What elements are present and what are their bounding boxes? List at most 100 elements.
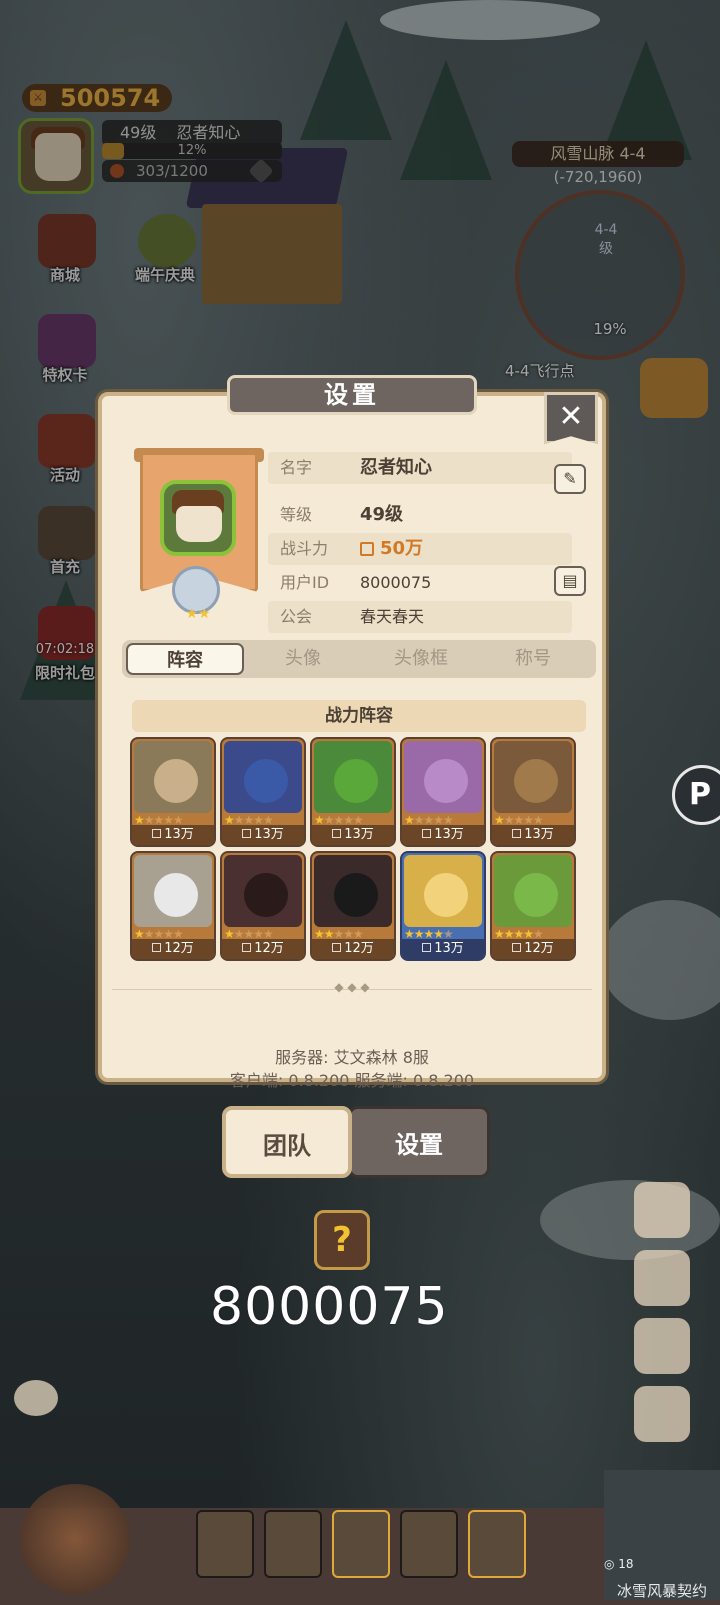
scroll-icon[interactable] — [634, 1250, 690, 1306]
hero-portrait — [314, 855, 392, 927]
scales-icon[interactable] — [634, 1386, 690, 1442]
profile-portrait[interactable] — [160, 480, 236, 556]
hero-card[interactable]: ★★★★★ 13万 — [310, 737, 396, 847]
hero-power: 12万 — [222, 939, 304, 959]
hero-head — [514, 759, 558, 803]
hero-power: 12万 — [312, 939, 394, 959]
hero-portrait — [494, 741, 572, 813]
hero-slot[interactable] — [196, 1510, 254, 1578]
tab-title[interactable]: 称号 — [474, 640, 592, 678]
hero-slot[interactable] — [468, 1510, 526, 1578]
hero-head — [334, 873, 378, 917]
hero-card[interactable]: ★★★★★ 13万 — [400, 737, 486, 847]
hero-head — [244, 873, 288, 917]
power-icon — [422, 829, 432, 838]
edit-name-button[interactable]: ✎ — [554, 464, 586, 494]
hero-head — [424, 759, 468, 803]
guild-label: 公会 — [280, 607, 313, 626]
hero-power-value: 13万 — [254, 827, 284, 842]
user-id-overlay: 8000075 — [210, 1277, 449, 1337]
help-button[interactable]: ? — [314, 1210, 370, 1270]
hero-power-value: 12万 — [524, 941, 554, 956]
uid-value: 8000075 — [360, 573, 432, 592]
contract-count-value: 18 — [618, 1557, 634, 1571]
power-icon — [152, 829, 162, 838]
power-value-wrap: 50万 — [360, 533, 423, 565]
power-icon — [512, 943, 522, 952]
hero-portrait — [314, 741, 392, 813]
guild-row: 公会 春天春天 — [268, 601, 572, 633]
hero-power-value: 13万 — [344, 827, 374, 842]
hero-power: 13万 — [402, 939, 484, 959]
hero-card[interactable]: ★★★★★ 12万 — [310, 851, 396, 961]
hero-card[interactable]: ★★★★★ 12万 — [220, 851, 306, 961]
guild-value: 春天春天 — [360, 607, 425, 626]
copy-id-button[interactable]: ▤ — [554, 566, 586, 596]
hero-portrait — [224, 855, 302, 927]
contract-count: ◎ 18 — [604, 1557, 634, 1571]
hero-power-value: 13万 — [434, 827, 464, 842]
hero-power-value: 13万 — [524, 827, 554, 842]
hero-head — [154, 759, 198, 803]
hero-power-value: 12万 — [344, 941, 374, 956]
power-row: 战斗力 50万 — [268, 533, 572, 565]
hero-card[interactable]: ★★★★★ 12万 — [130, 851, 216, 961]
tab-avatar[interactable]: 头像 — [244, 640, 362, 678]
name-row: 名字 忍者知心 — [268, 452, 572, 484]
portrait-face — [176, 506, 222, 542]
hero-head — [514, 873, 558, 917]
hero-power-value: 12万 — [254, 941, 284, 956]
hero-power: 13万 — [132, 825, 214, 845]
dialog-title: 设置 — [227, 375, 477, 415]
medal-stars: ★★ — [185, 606, 211, 622]
uid-row: 用户ID 8000075 — [268, 567, 572, 599]
hero-head — [154, 873, 198, 917]
name-value: 忍者知心 — [360, 457, 432, 478]
hero-power: 13万 — [312, 825, 394, 845]
hero-card[interactable]: ★★★★★ 12万 — [490, 851, 576, 961]
hero-power-value: 13万 — [164, 827, 194, 842]
hero-power: 12万 — [132, 939, 214, 959]
power-icon — [242, 829, 252, 838]
power-icon — [332, 943, 342, 952]
lineup-section-title: 战力阵容 — [132, 700, 586, 732]
hero-card[interactable]: ★★★★★ 13万 — [490, 737, 576, 847]
hero-portrait — [404, 741, 482, 813]
helmet-icon[interactable] — [20, 1484, 130, 1594]
uid-label: 用户ID — [280, 573, 330, 592]
hero-slot[interactable] — [332, 1510, 390, 1578]
tab-team[interactable]: 团队 — [222, 1106, 352, 1178]
power-icon — [332, 829, 342, 838]
hero-power-value: 13万 — [434, 941, 464, 956]
hero-portrait — [494, 855, 572, 927]
contract-title: 冰雪风暴契约 — [616, 1582, 707, 1600]
chat-icon[interactable] — [14, 1380, 58, 1416]
hero-slot[interactable] — [400, 1510, 458, 1578]
hero-power: 12万 — [492, 939, 574, 959]
hero-card[interactable]: ★★★★★ 13万 — [130, 737, 216, 847]
power-icon — [242, 943, 252, 952]
hero-slot[interactable] — [264, 1510, 322, 1578]
level-row: 等级 49级 — [268, 499, 572, 531]
hero-power: 13万 — [402, 825, 484, 845]
hero-portrait — [134, 741, 212, 813]
hero-card[interactable]: ★★★★★ 13万 — [400, 851, 486, 961]
tab-avatar-frame[interactable]: 头像框 — [362, 640, 480, 678]
power-value: 50万 — [380, 538, 424, 559]
hero-card[interactable]: ★★★★★ 13万 — [220, 737, 306, 847]
tab-lineup[interactable]: 阵容 — [126, 643, 244, 675]
version-info: 客户端: 0.8.200 服务端: 0.8.200 — [229, 1071, 475, 1090]
power-icon — [422, 943, 432, 952]
level-value: 49级 — [360, 504, 404, 525]
profile-tabs: 阵容 头像 头像框 称号 — [122, 640, 596, 678]
tab-settings[interactable]: 设置 — [348, 1106, 490, 1178]
quest-list-icon[interactable] — [634, 1182, 690, 1238]
hero-head — [244, 759, 288, 803]
bag-icon[interactable] — [634, 1318, 690, 1374]
power-icon — [512, 829, 522, 838]
divider-ornament: ◆ ◆ ◆ — [334, 980, 370, 994]
hero-head — [424, 873, 468, 917]
hero-portrait — [404, 855, 482, 927]
hero-power: 13万 — [492, 825, 574, 845]
power-label: 战斗力 — [280, 539, 329, 558]
